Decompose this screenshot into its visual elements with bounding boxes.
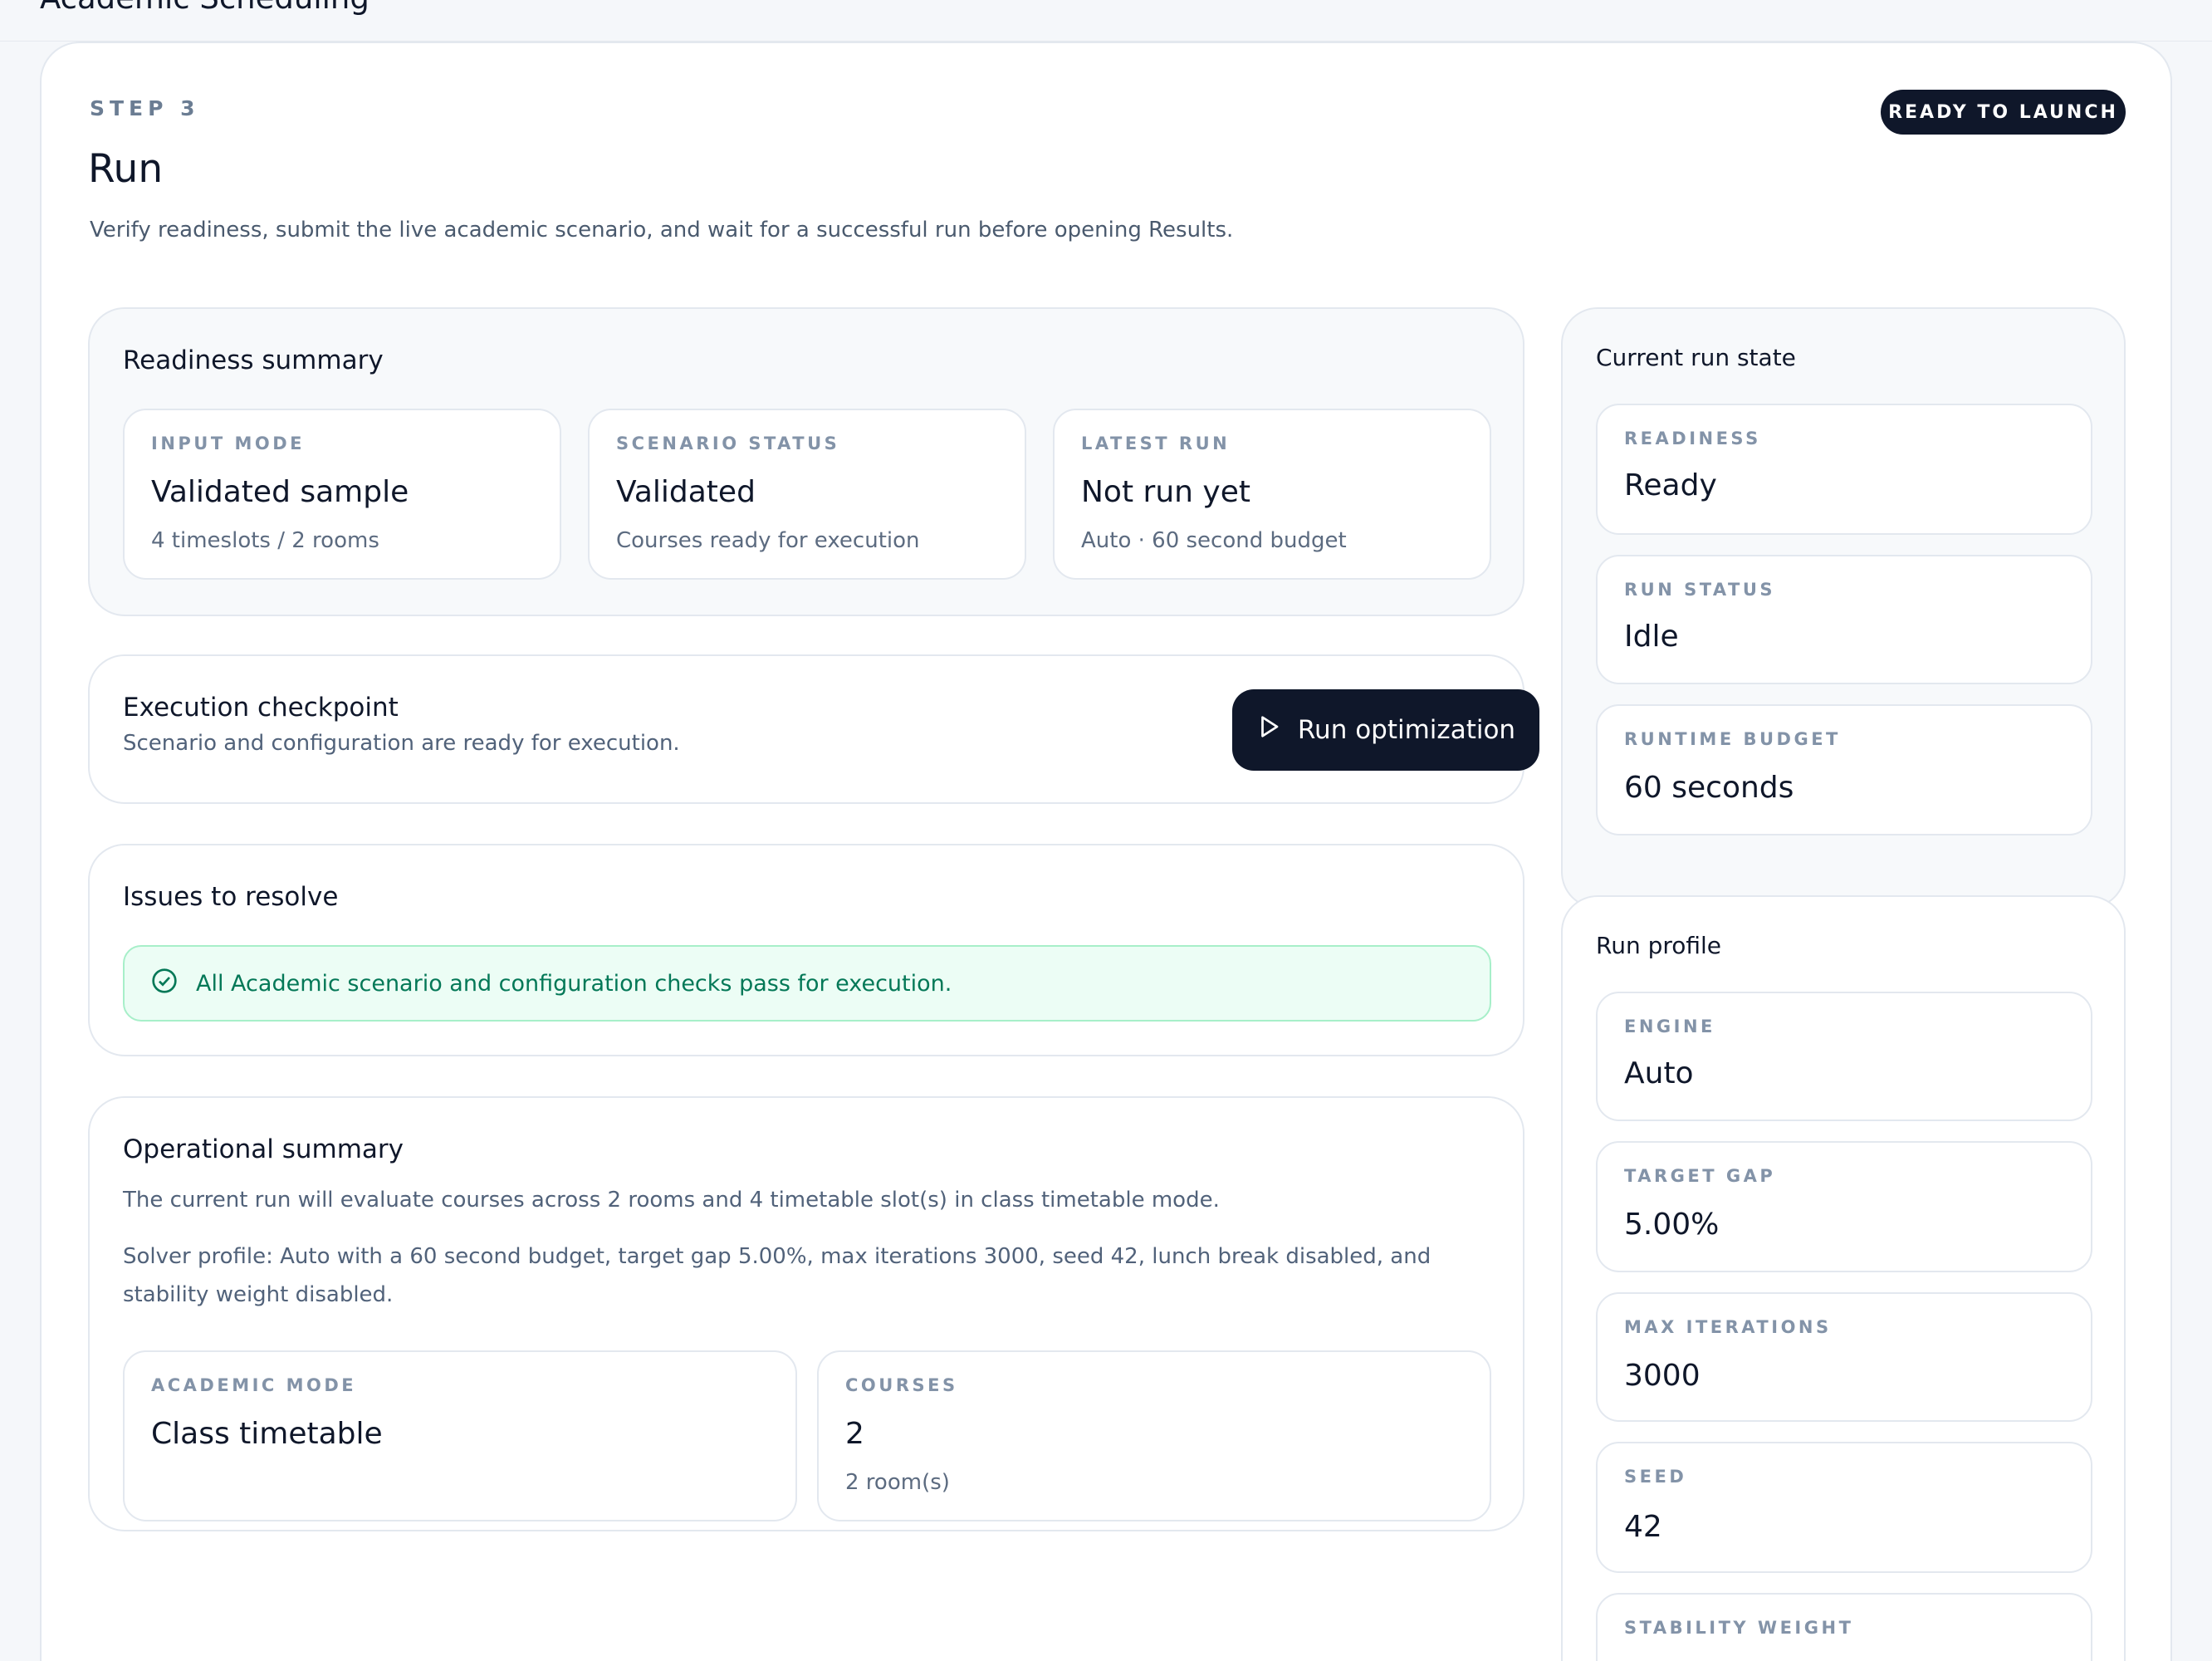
operational-summary-line1: The current run will evaluate courses ac…: [123, 1188, 1220, 1213]
card-value: 2: [845, 1417, 864, 1451]
scenario-status-card: SCENARIO STATUS Validated Courses ready …: [588, 409, 1026, 580]
engine-card: ENGINE Auto: [1596, 992, 2092, 1121]
run-status-card: RUN STATUS Idle: [1596, 555, 2092, 684]
check-circle-icon: [151, 968, 178, 1000]
card-label: SEED: [1624, 1467, 1687, 1487]
step-label: STEP 3: [90, 96, 200, 120]
readiness-card: READINESS Ready: [1596, 404, 2092, 535]
page-subtitle: Verify readiness, submit the live academ…: [90, 218, 1234, 243]
app-title: Academic Scheduling: [40, 0, 369, 16]
card-value: 60 seconds: [1624, 771, 1794, 805]
max-iterations-card: MAX ITERATIONS 3000: [1596, 1292, 2092, 1422]
operational-summary-title: Operational summary: [123, 1134, 404, 1164]
run-profile-panel: Run profile ENGINE Auto TARGET GAP 5.00%…: [1561, 895, 2126, 1661]
run-optimization-label: Run optimization: [1297, 715, 1516, 745]
card-value: 42: [1624, 1510, 1662, 1544]
issues-panel: Issues to resolve All Academic scenario …: [88, 844, 1524, 1056]
card-value: Auto: [1624, 1056, 1694, 1090]
card-label: RUNTIME BUDGET: [1624, 729, 1841, 749]
courses-card: COURSES 2 2 room(s): [817, 1350, 1491, 1521]
seed-card: SEED 42: [1596, 1442, 2092, 1573]
play-icon: [1256, 714, 1281, 746]
status-badge: READY TO LAUNCH: [1881, 90, 2126, 135]
success-message: All Academic scenario and configuration …: [196, 970, 952, 997]
card-sub: Courses ready for execution: [616, 528, 920, 553]
card-value: 3000: [1624, 1359, 1701, 1393]
card-label: ENGINE: [1624, 1017, 1715, 1036]
run-optimization-button[interactable]: Run optimization: [1232, 689, 1539, 771]
card-sub: 4 timeslots / 2 rooms: [151, 528, 379, 553]
card-value: Class timetable: [151, 1417, 383, 1451]
target-gap-card: TARGET GAP 5.00%: [1596, 1141, 2092, 1272]
success-alert: All Academic scenario and configuration …: [123, 945, 1491, 1022]
execution-checkpoint-text: Scenario and configuration are ready for…: [123, 731, 680, 756]
execution-checkpoint-title: Execution checkpoint: [123, 693, 399, 723]
card-label: MAX ITERATIONS: [1624, 1317, 1832, 1337]
card-label: LATEST RUN: [1081, 434, 1231, 453]
operational-summary-line2: Solver profile: Auto with a 60 second bu…: [123, 1244, 1431, 1307]
run-profile-title: Run profile: [1596, 932, 1722, 959]
readiness-summary-title: Readiness summary: [123, 345, 384, 375]
run-step-container: STEP 3 READY TO LAUNCH Run Verify readin…: [40, 42, 2172, 1661]
current-run-state-panel: Current run state READINESS Ready RUN ST…: [1561, 307, 2126, 909]
card-sub: Auto · 60 second budget: [1081, 528, 1347, 553]
card-label: TARGET GAP: [1624, 1166, 1776, 1186]
input-mode-card: INPUT MODE Validated sample 4 timeslots …: [123, 409, 561, 580]
top-bar: Academic Scheduling: [0, 0, 2212, 42]
card-value: 5.00%: [1624, 1208, 1720, 1242]
current-run-state-title: Current run state: [1596, 344, 1796, 371]
card-label: READINESS: [1624, 429, 1761, 448]
readiness-summary-panel: Readiness summary INPUT MODE Validated s…: [88, 307, 1524, 616]
card-value: Validated: [616, 475, 756, 509]
academic-mode-card: ACADEMIC MODE Class timetable: [123, 1350, 797, 1521]
card-sub: 2 room(s): [845, 1470, 950, 1495]
issues-title: Issues to resolve: [123, 882, 339, 912]
card-label: COURSES: [845, 1375, 958, 1395]
stability-weight-card: STABILITY WEIGHT: [1596, 1593, 2092, 1661]
latest-run-card: LATEST RUN Not run yet Auto · 60 second …: [1053, 409, 1491, 580]
card-value: Ready: [1624, 468, 1717, 502]
card-label: SCENARIO STATUS: [616, 434, 840, 453]
card-label: RUN STATUS: [1624, 580, 1776, 600]
card-label: INPUT MODE: [151, 434, 305, 453]
execution-checkpoint-panel: Execution checkpoint Scenario and config…: [88, 654, 1539, 804]
card-label: ACADEMIC MODE: [151, 1375, 357, 1395]
card-value: Validated sample: [151, 475, 409, 509]
runtime-budget-card: RUNTIME BUDGET 60 seconds: [1596, 704, 2092, 835]
card-value: Idle: [1624, 620, 1679, 654]
page-title: Run: [88, 146, 164, 192]
card-label: STABILITY WEIGHT: [1624, 1618, 1854, 1638]
operational-summary-panel: Operational summary The current run will…: [88, 1096, 1524, 1531]
card-value: Not run yet: [1081, 475, 1250, 509]
